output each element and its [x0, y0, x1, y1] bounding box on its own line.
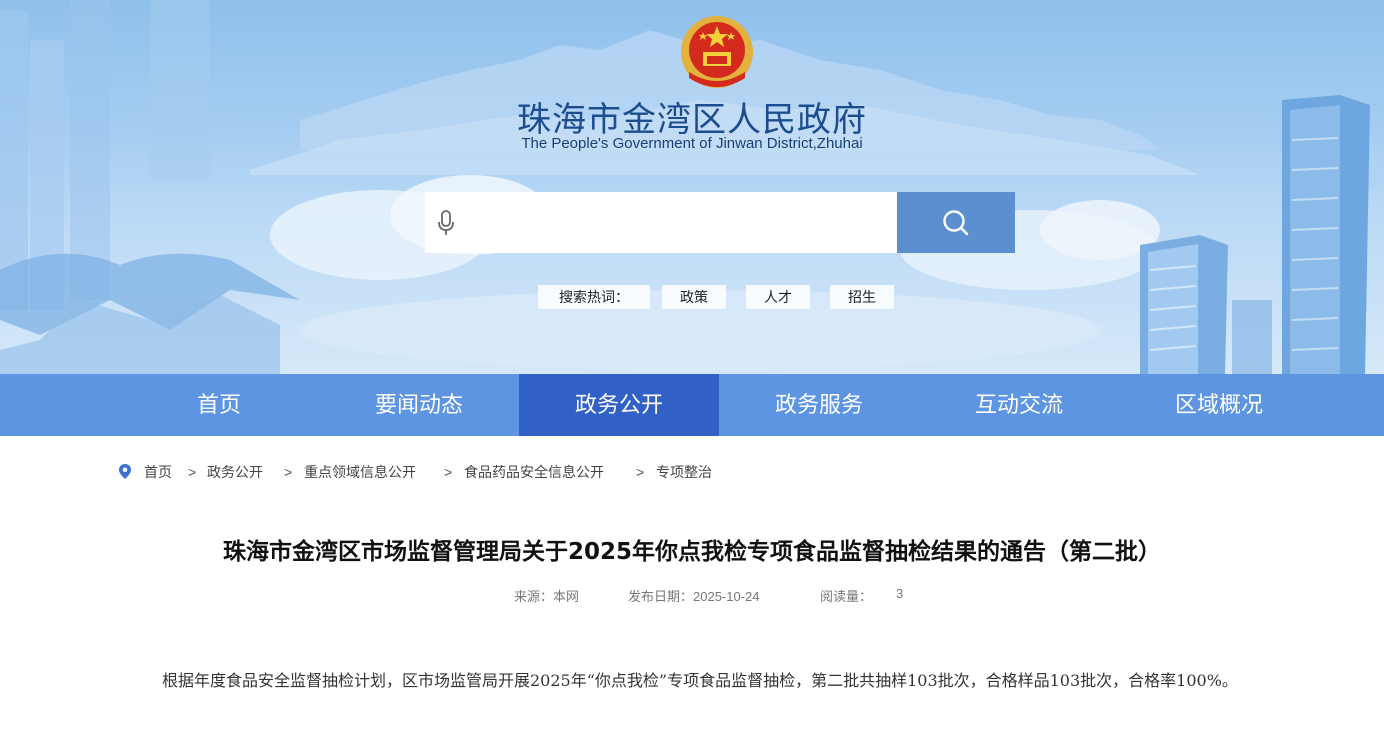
- breadcrumb-separator: >: [444, 464, 453, 480]
- nav-news[interactable]: 要闻动态: [319, 374, 519, 436]
- breadcrumb-separator: >: [188, 464, 197, 480]
- site-header: 珠海市金湾区人民政府 The People's Government of Ji…: [0, 0, 1384, 374]
- article-source: 来源：本网: [514, 589, 580, 604]
- search-input[interactable]: [469, 192, 893, 255]
- search-button[interactable]: [897, 192, 1015, 253]
- breadcrumb-separator: >: [284, 464, 293, 480]
- hot-words-label: 搜索热词：: [538, 285, 650, 309]
- hot-word-talent[interactable]: 人才: [746, 285, 810, 309]
- hot-word-policy[interactable]: 政策: [662, 285, 726, 309]
- nav-home[interactable]: 首页: [119, 374, 319, 436]
- microphone-icon[interactable]: [435, 209, 457, 237]
- article-date: 发布日期：2025-10-24: [628, 589, 760, 604]
- nav-government-services[interactable]: 政务服务: [719, 374, 919, 436]
- breadcrumb-separator: >: [636, 464, 645, 480]
- article-views-count: 3: [896, 586, 904, 601]
- national-emblem-icon: [681, 16, 753, 88]
- nav-government-affairs-open[interactable]: 政务公开: [519, 374, 719, 436]
- site-subtitle: The People's Government of Jinwan Distri…: [521, 135, 863, 152]
- article-body: 根据年度食品安全监督抽检计划，区市场监管局开展2025年“你点我检”专项食品监督…: [162, 671, 1238, 690]
- location-pin-icon: [119, 464, 131, 479]
- article-meta: 来源：本网 发布日期：2025-10-24 阅读量： 3: [0, 586, 1384, 606]
- breadcrumb-key-areas[interactable]: 重点领域信息公开: [304, 461, 416, 483]
- hot-word-enrollment[interactable]: 招生: [830, 285, 894, 309]
- article-title: 珠海市金湾区市场监督管理局关于2025年你点我检专项食品监督抽检结果的通告（第二…: [222, 539, 1161, 565]
- article-views-label: 阅读量：: [820, 589, 873, 604]
- breadcrumb-special-rectification[interactable]: 专项整治: [656, 461, 712, 483]
- breadcrumb-government-affairs[interactable]: 政务公开: [207, 461, 263, 483]
- search-icon: [943, 210, 969, 236]
- breadcrumb-food-drug-safety[interactable]: 食品药品安全信息公开: [464, 461, 604, 483]
- nav-district-overview[interactable]: 区域概况: [1119, 374, 1319, 436]
- search-box: [425, 192, 897, 255]
- main-nav: 首页 要闻动态 政务公开 政务服务 互动交流 区域概况: [0, 374, 1384, 436]
- nav-interaction[interactable]: 互动交流: [919, 374, 1119, 436]
- site-title: 珠海市金湾区人民政府: [517, 100, 867, 140]
- breadcrumb-home[interactable]: 首页: [144, 461, 172, 483]
